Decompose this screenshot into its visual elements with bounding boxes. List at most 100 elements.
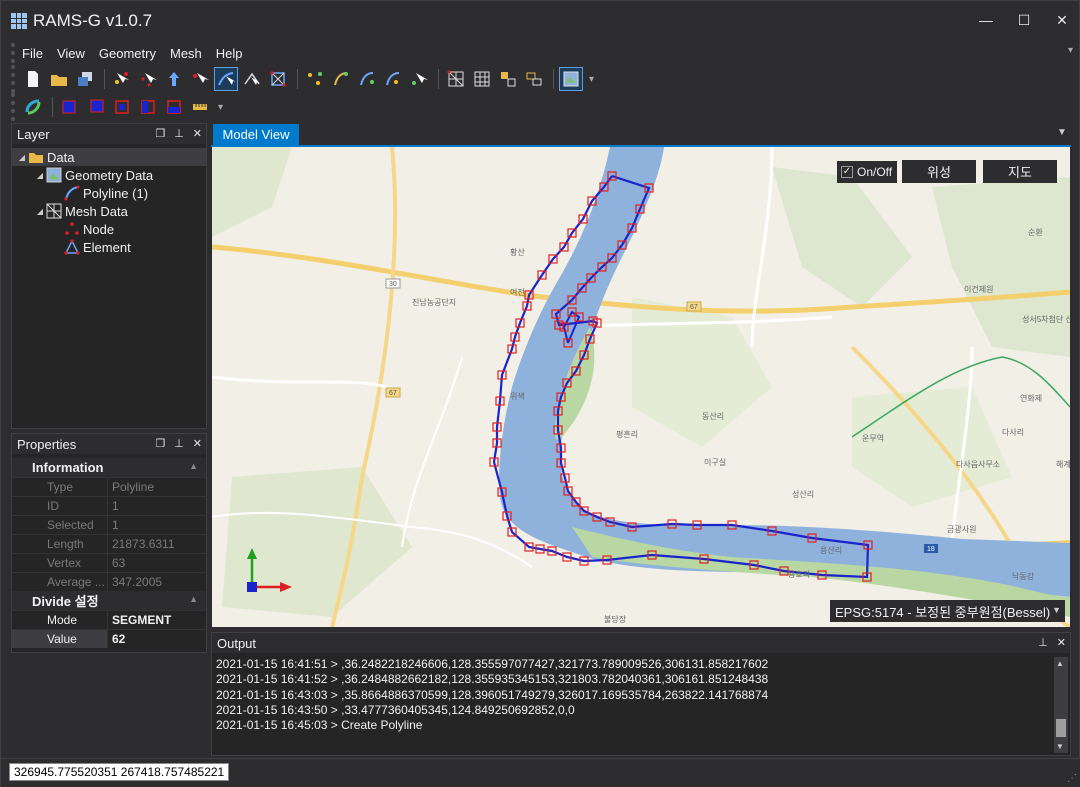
divide-value-input[interactable]: 62 bbox=[108, 630, 206, 648]
map-label: 용산리 bbox=[820, 545, 842, 555]
view-side-icon[interactable] bbox=[136, 95, 160, 119]
divide-category[interactable]: Divide 설정 ▲ bbox=[12, 591, 206, 610]
minimize-button[interactable]: — bbox=[967, 1, 1005, 39]
menu-help[interactable]: Help bbox=[209, 46, 250, 61]
tree-item-geometry-data[interactable]: ◢ Geometry Data bbox=[12, 166, 206, 184]
prop-row-length[interactable]: Length 21873.6311 bbox=[12, 534, 206, 553]
resize-grip-icon[interactable]: ⋰ bbox=[1067, 773, 1077, 784]
toolbar2-overflow-icon[interactable]: ▾ bbox=[218, 102, 223, 113]
scroll-down-icon[interactable]: ▼ bbox=[1056, 742, 1064, 751]
add-vertex-icon[interactable] bbox=[303, 67, 327, 91]
panel-pin-icon[interactable]: ⊥ bbox=[174, 437, 184, 450]
model-view-map[interactable]: 여전 황산 진남농공단지 위색 평흔리 이구실 동산리 성산리 운무역 다사리 … bbox=[212, 147, 1070, 627]
curve-tool-4-icon[interactable] bbox=[407, 67, 431, 91]
panel-close-icon[interactable]: ✕ bbox=[1057, 636, 1066, 649]
tree-item-mesh-data[interactable]: ◢ Mesh Data bbox=[12, 202, 206, 220]
map-layer-icon[interactable] bbox=[559, 67, 583, 91]
collapse-icon[interactable]: ◢ bbox=[16, 153, 28, 162]
title-bar[interactable]: RAMS-G v1.0.7 — ☐ ✕ bbox=[1, 1, 1080, 41]
road-number: 67 bbox=[389, 390, 397, 397]
crs-select[interactable]: EPSG:5174 - 보정된 중부원점(Bessel) ▼ bbox=[830, 600, 1065, 622]
prop-row-vertex[interactable]: Vertex 63 bbox=[12, 553, 206, 572]
collapse-caret-icon[interactable]: ▲ bbox=[189, 461, 198, 471]
toolbar-overflow-icon[interactable]: ▾ bbox=[589, 74, 594, 85]
panel-close-icon[interactable]: ✕ bbox=[193, 127, 202, 140]
maximize-button[interactable]: ☐ bbox=[1005, 1, 1043, 39]
panel-pin-icon[interactable]: ⊥ bbox=[174, 127, 184, 140]
collapse-icon[interactable]: ◢ bbox=[34, 207, 46, 216]
mesh-convert-icon[interactable] bbox=[522, 67, 546, 91]
panel-float-icon[interactable]: ❐ bbox=[155, 127, 165, 140]
onoff-checkbox[interactable]: ✓ bbox=[841, 166, 853, 178]
prop-row-value[interactable]: Value 62 bbox=[12, 629, 206, 648]
move-point-icon[interactable] bbox=[162, 67, 186, 91]
prop-row-mode[interactable]: Mode SEGMENT bbox=[12, 610, 206, 629]
output-scrollbar[interactable]: ▲ ▼ bbox=[1054, 657, 1068, 753]
tree-item-label: Data bbox=[47, 149, 75, 165]
tree-item-node[interactable]: Node bbox=[12, 220, 206, 238]
prop-row-type[interactable]: Type Polyline bbox=[12, 477, 206, 496]
menu-mesh[interactable]: Mesh bbox=[163, 46, 209, 61]
tree-item-element[interactable]: Element bbox=[12, 238, 206, 256]
curve-tool-3-icon[interactable] bbox=[381, 67, 405, 91]
menu-file[interactable]: File bbox=[15, 46, 50, 61]
prop-key: Vertex bbox=[12, 554, 108, 572]
prop-row-id[interactable]: ID 1 bbox=[12, 496, 206, 515]
close-button[interactable]: ✕ bbox=[1043, 1, 1080, 39]
save-icon[interactable] bbox=[73, 67, 97, 91]
tree-item-polyline[interactable]: Polyline (1) bbox=[12, 184, 206, 202]
prop-key: Type bbox=[12, 478, 108, 496]
menu-view[interactable]: View bbox=[50, 46, 92, 61]
chevron-down-icon[interactable]: ▼ bbox=[1052, 605, 1061, 615]
polygon-select-icon[interactable] bbox=[266, 67, 290, 91]
select-polyline-icon[interactable] bbox=[240, 67, 264, 91]
log-line: 2021-01-15 16:41:51 > ,36.2482218246606,… bbox=[216, 657, 769, 671]
road-number: 67 bbox=[690, 304, 698, 311]
map-label: 다사리 bbox=[1002, 428, 1024, 437]
ruler-icon[interactable] bbox=[188, 95, 212, 119]
prop-row-selected[interactable]: Selected 1 bbox=[12, 515, 206, 534]
view-back-icon[interactable] bbox=[84, 95, 108, 119]
menu-geometry[interactable]: Geometry bbox=[92, 46, 163, 61]
edit-point-icon[interactable] bbox=[188, 67, 212, 91]
panel-float-icon[interactable]: ❐ bbox=[155, 437, 165, 450]
select-point-icon[interactable] bbox=[136, 67, 160, 91]
collapse-caret-icon[interactable]: ▲ bbox=[189, 594, 198, 604]
properties-panel-title: Properties bbox=[17, 436, 77, 452]
prop-row-average[interactable]: Average ... 347.2005 bbox=[12, 572, 206, 591]
new-file-icon[interactable] bbox=[21, 67, 45, 91]
mesh-table-icon[interactable] bbox=[470, 67, 494, 91]
log-line: 2021-01-15 16:45:03 > Create Polyline bbox=[216, 718, 423, 733]
open-folder-icon[interactable] bbox=[47, 67, 71, 91]
tree-item-label: Node bbox=[83, 221, 115, 237]
globe-refresh-icon[interactable] bbox=[21, 95, 45, 119]
map-canvas[interactable]: 여전 황산 진남농공단지 위색 평흔리 이구실 동산리 성산리 운무역 다사리 … bbox=[212, 147, 1070, 627]
menu-overflow-icon[interactable]: ▾ bbox=[1068, 45, 1073, 56]
view-front-icon[interactable] bbox=[58, 95, 82, 119]
curve-tool-1-icon[interactable] bbox=[329, 67, 353, 91]
scroll-up-icon[interactable]: ▲ bbox=[1056, 659, 1064, 668]
view-iso-icon[interactable] bbox=[162, 95, 186, 119]
tab-model-view[interactable]: Model View bbox=[213, 124, 299, 145]
onoff-toggle[interactable]: ✓ On/Off bbox=[837, 161, 897, 183]
satellite-button[interactable]: 위성 bbox=[902, 160, 976, 183]
scroll-thumb[interactable] bbox=[1056, 719, 1066, 737]
map-button[interactable]: 지도 bbox=[983, 160, 1057, 183]
document-menu-icon[interactable]: ▼ bbox=[1057, 127, 1067, 138]
map-label: 위색 bbox=[510, 391, 525, 401]
information-category[interactable]: Information ▲ bbox=[12, 458, 206, 477]
view-top-icon[interactable] bbox=[110, 95, 134, 119]
polyline-icon bbox=[64, 185, 80, 201]
curve-tool-2-icon[interactable] bbox=[355, 67, 379, 91]
prop-key: Average ... bbox=[12, 573, 108, 591]
panel-close-icon[interactable]: ✕ bbox=[193, 437, 202, 450]
divide-mode-value[interactable]: SEGMENT bbox=[108, 611, 206, 629]
collapse-icon[interactable]: ◢ bbox=[34, 171, 46, 180]
mesh-grid-icon[interactable] bbox=[444, 67, 468, 91]
panel-pin-icon[interactable]: ⊥ bbox=[1038, 636, 1048, 649]
draw-polyline-icon[interactable] bbox=[214, 67, 238, 91]
map-label: 운무역 bbox=[862, 433, 884, 443]
add-point-icon[interactable] bbox=[110, 67, 134, 91]
mesh-export-icon[interactable] bbox=[496, 67, 520, 91]
tree-item-data[interactable]: ◢ Data bbox=[12, 148, 206, 166]
